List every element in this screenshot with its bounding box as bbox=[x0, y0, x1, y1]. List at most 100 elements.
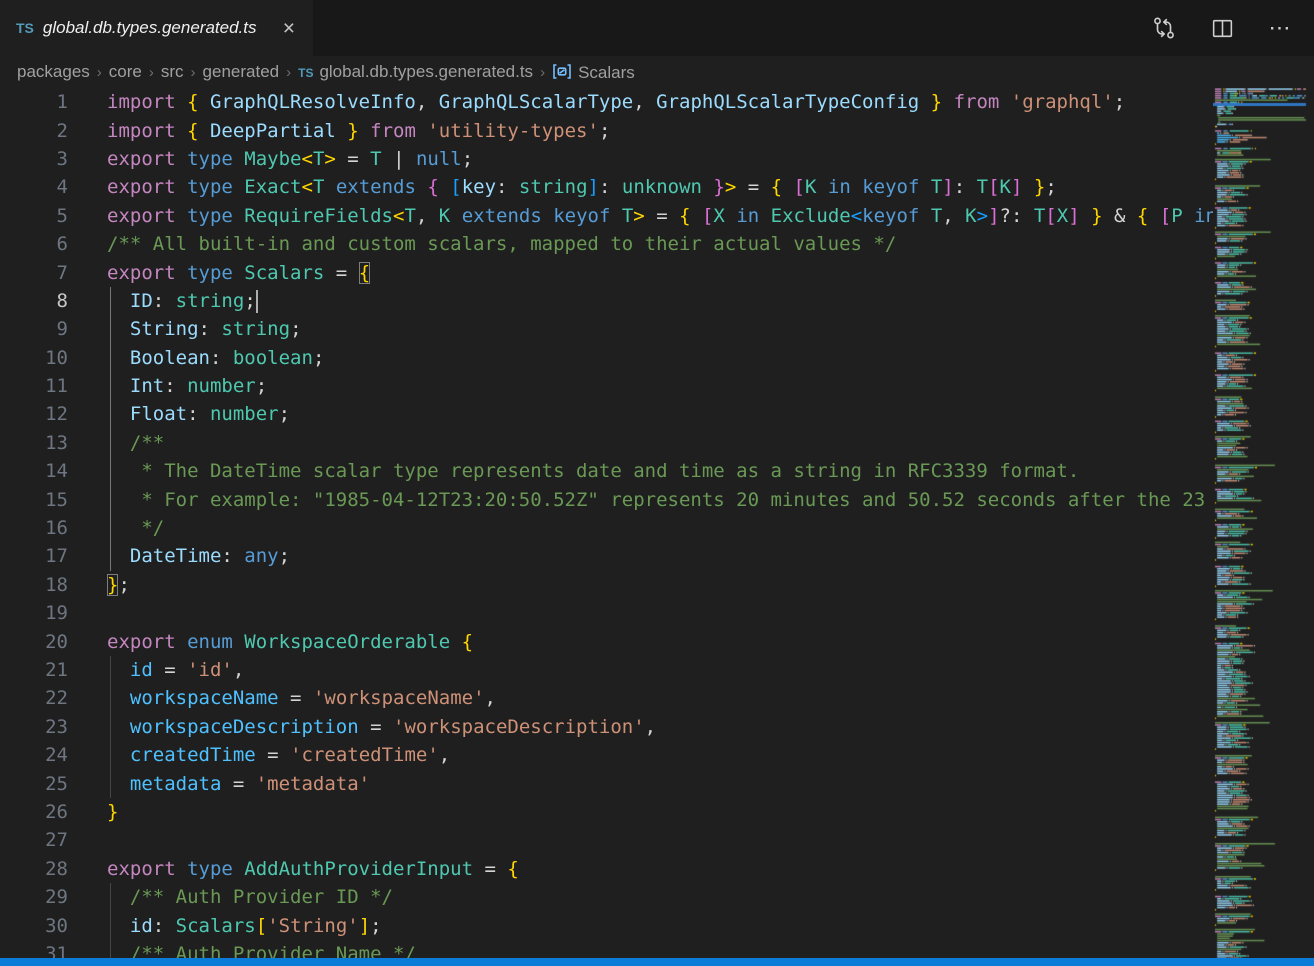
code-text: } bbox=[107, 801, 118, 823]
breadcrumb: packages › core › src › generated › TS global.db.… bbox=[0, 56, 1314, 88]
typescript-file-icon: TS bbox=[16, 20, 34, 36]
breadcrumb-label: generated bbox=[203, 62, 280, 81]
code-lines: 1import { GraphQLResolveInfo, GraphQLSca… bbox=[0, 88, 1213, 966]
code-line[interactable]: 2import { DeepPartial } from 'utility-ty… bbox=[0, 116, 1213, 144]
line-number: 29 bbox=[0, 886, 68, 908]
code-text: String: string; bbox=[107, 318, 302, 340]
code-text: Float: number; bbox=[107, 403, 290, 425]
code-text: workspaceDescription = 'workspaceDescrip… bbox=[107, 716, 656, 738]
breadcrumb-item-global-db-types-generated-ts[interactable]: TS global.db.types.generated.ts bbox=[298, 62, 533, 82]
code-line[interactable]: 11 Int: number; bbox=[0, 372, 1213, 400]
indent-guide bbox=[110, 883, 111, 966]
tab-global-db-types-generated[interactable]: TS global.db.types.generated.ts × bbox=[0, 0, 313, 56]
line-number: 10 bbox=[0, 347, 68, 369]
line-number: 12 bbox=[0, 403, 68, 425]
breadcrumb-item-generated[interactable]: generated bbox=[203, 62, 280, 82]
breadcrumb-separator: › bbox=[97, 64, 102, 81]
code-line[interactable]: 30 id: Scalars['String']; bbox=[0, 911, 1213, 939]
breadcrumb-separator: › bbox=[191, 64, 196, 81]
code-line[interactable]: 16 */ bbox=[0, 514, 1213, 542]
text-cursor bbox=[256, 290, 258, 313]
code-line[interactable]: 18}; bbox=[0, 571, 1213, 599]
line-number: 28 bbox=[0, 858, 68, 880]
line-number: 4 bbox=[0, 176, 68, 198]
line-number: 30 bbox=[0, 915, 68, 937]
tab-title: global.db.types.generated.ts bbox=[43, 18, 257, 38]
code-text: /** Auth Provider ID */ bbox=[107, 886, 393, 908]
editor-actions: ⋯ bbox=[1150, 0, 1314, 56]
split-editor-icon[interactable] bbox=[1208, 14, 1236, 42]
breadcrumb-separator: › bbox=[540, 64, 545, 81]
line-number: 15 bbox=[0, 489, 68, 511]
line-number: 16 bbox=[0, 517, 68, 539]
code-text: metadata = 'metadata' bbox=[107, 773, 370, 795]
code-line[interactable]: 7 export type Scalars = { bbox=[0, 258, 1213, 286]
code-line[interactable]: 28export type AddAuthProviderInput = { bbox=[0, 855, 1213, 883]
code-line[interactable]: 29 /** Auth Provider ID */ bbox=[0, 883, 1213, 911]
code-line[interactable]: 25 metadata = 'metadata' bbox=[0, 769, 1213, 797]
code-line[interactable]: 1import { GraphQLResolveInfo, GraphQLSca… bbox=[0, 88, 1213, 116]
breadcrumb-label: packages bbox=[17, 62, 90, 81]
status-bar[interactable] bbox=[0, 958, 1314, 966]
breadcrumb-separator: › bbox=[149, 64, 154, 81]
code-text: export type Exact<T extends { [key: stri… bbox=[107, 176, 1057, 198]
code-line[interactable]: 19 bbox=[0, 599, 1213, 627]
code-text: Int: number; bbox=[107, 375, 267, 397]
code-line[interactable]: 27 bbox=[0, 826, 1213, 854]
breadcrumb-item-scalars[interactable]: Scalars bbox=[552, 61, 635, 83]
line-number: 7 bbox=[0, 262, 68, 284]
code-line[interactable]: 8 ID: string; bbox=[0, 287, 1213, 315]
code-line[interactable]: 21 id = 'id', bbox=[0, 656, 1213, 684]
code-editor[interactable]: 1import { GraphQLResolveInfo, GraphQLSca… bbox=[0, 88, 1213, 966]
line-number: 25 bbox=[0, 773, 68, 795]
code-text: /** All built-in and custom scalars, map… bbox=[107, 233, 896, 255]
line-number: 17 bbox=[0, 545, 68, 567]
indent-guide bbox=[110, 656, 111, 798]
code-line[interactable]: 23 workspaceDescription = 'workspaceDesc… bbox=[0, 713, 1213, 741]
code-line[interactable]: 20export enum WorkspaceOrderable { bbox=[0, 627, 1213, 655]
code-line[interactable]: 3export type Maybe<T> = T | null; bbox=[0, 145, 1213, 173]
line-number: 19 bbox=[0, 602, 68, 624]
code-line[interactable]: 12 Float: number; bbox=[0, 400, 1213, 428]
code-text: import { GraphQLResolveInfo, GraphQLScal… bbox=[107, 91, 1125, 113]
code-line[interactable]: 10 Boolean: boolean; bbox=[0, 344, 1213, 372]
code-line[interactable]: 14 * The DateTime scalar type represents… bbox=[0, 457, 1213, 485]
breadcrumb-label: Scalars bbox=[578, 63, 635, 82]
close-icon[interactable]: × bbox=[279, 16, 299, 41]
code-text: /** bbox=[107, 432, 164, 454]
code-line[interactable]: 17 DateTime: any; bbox=[0, 542, 1213, 570]
code-text: workspaceName = 'workspaceName', bbox=[107, 687, 496, 709]
code-line[interactable]: 9 String: string; bbox=[0, 315, 1213, 343]
code-line[interactable]: 5export type RequireFields<T, K extends … bbox=[0, 202, 1213, 230]
code-text: * The DateTime scalar type represents da… bbox=[107, 460, 1079, 482]
code-line[interactable]: 6 /** All built-in and custom scalars, ma… bbox=[0, 230, 1213, 258]
line-number: 27 bbox=[0, 829, 68, 851]
minimap[interactable] bbox=[1213, 88, 1314, 966]
typescript-file-icon: TS bbox=[298, 66, 313, 80]
code-line[interactable]: 24 createdTime = 'createdTime', bbox=[0, 741, 1213, 769]
code-text: id = 'id', bbox=[107, 659, 244, 681]
breadcrumb-label: src bbox=[161, 62, 184, 81]
code-text: Boolean: boolean; bbox=[107, 347, 324, 369]
line-number: 8 bbox=[0, 290, 68, 312]
breadcrumb-item-src[interactable]: src bbox=[161, 62, 184, 82]
line-number: 23 bbox=[0, 716, 68, 738]
breadcrumb-item-packages[interactable]: packages bbox=[17, 62, 90, 82]
line-number: 13 bbox=[0, 432, 68, 454]
code-line[interactable]: 15 * For example: "1985-04-12T23:20:50.5… bbox=[0, 485, 1213, 513]
code-line[interactable]: 22 workspaceName = 'workspaceName', bbox=[0, 684, 1213, 712]
line-number: 6 bbox=[0, 233, 68, 255]
vscode-window: TS global.db.types.generated.ts × bbox=[0, 0, 1314, 966]
code-line[interactable]: 13 /** bbox=[0, 429, 1213, 457]
code-text: export type RequireFields<T, K extends k… bbox=[107, 205, 1213, 227]
code-text: export type Scalars = { bbox=[107, 262, 370, 284]
more-actions-icon[interactable]: ⋯ bbox=[1266, 14, 1294, 42]
breadcrumb-label: global.db.types.generated.ts bbox=[319, 62, 533, 81]
code-line[interactable]: 4 export type Exact<T extends { [key: str… bbox=[0, 173, 1213, 201]
compare-changes-icon[interactable] bbox=[1150, 14, 1178, 42]
code-line[interactable]: 26} bbox=[0, 798, 1213, 826]
line-number: 22 bbox=[0, 687, 68, 709]
breadcrumb-separator: › bbox=[286, 64, 291, 81]
breadcrumb-item-core[interactable]: core bbox=[109, 62, 142, 82]
line-number: 26 bbox=[0, 801, 68, 823]
